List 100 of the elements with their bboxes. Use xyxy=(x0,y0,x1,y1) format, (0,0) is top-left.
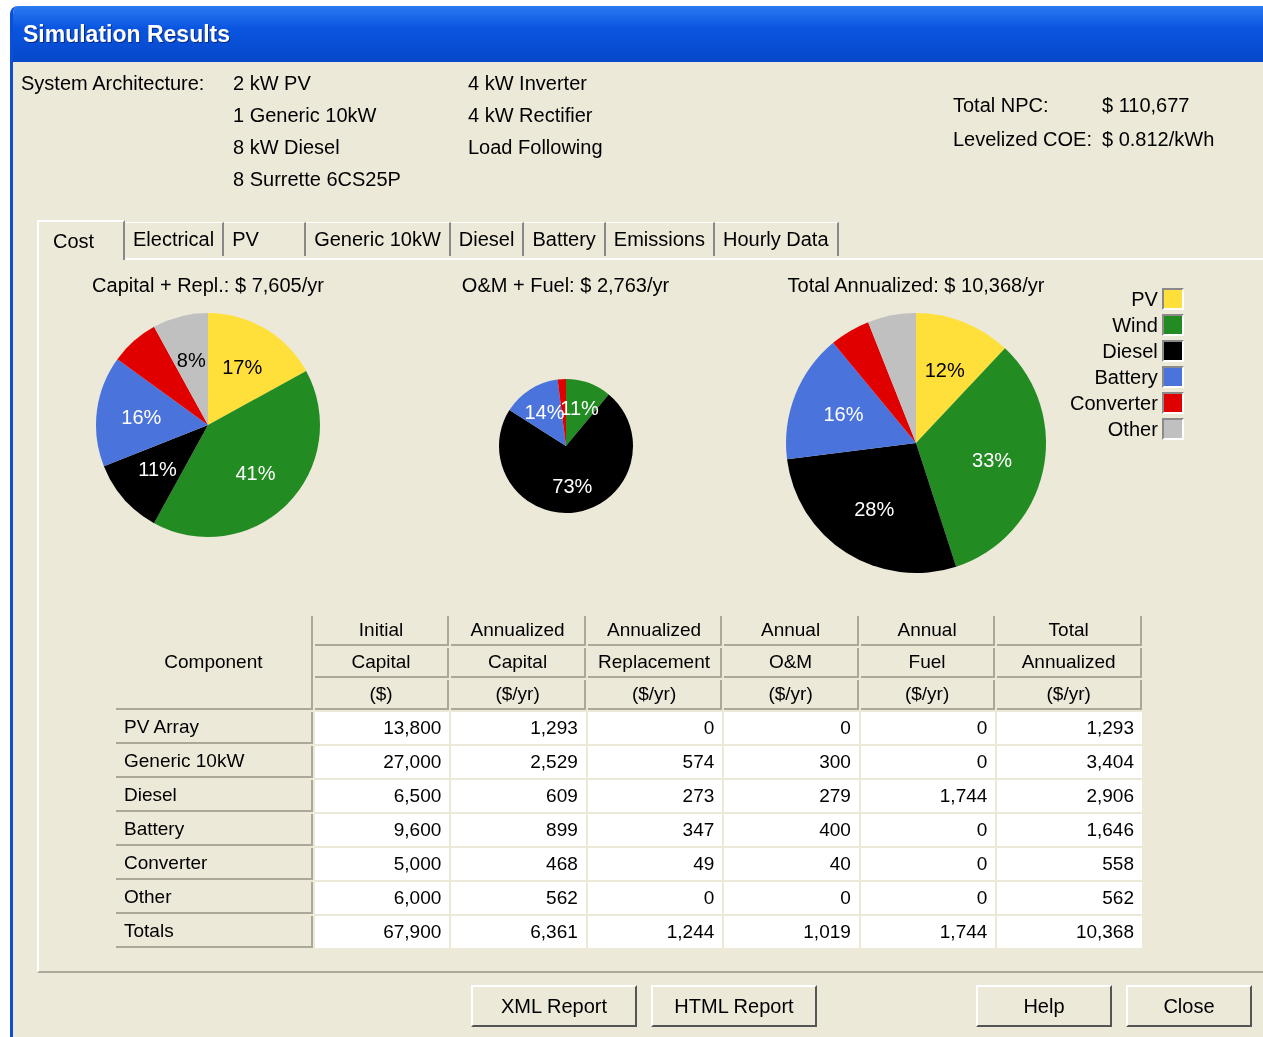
row-header: Converter xyxy=(116,848,313,880)
row-header: Other xyxy=(116,882,313,914)
column-header: O&M xyxy=(724,648,859,678)
table-cell: 5,000 xyxy=(314,848,450,880)
slice-label: 73% xyxy=(551,474,592,497)
column-header: Fuel xyxy=(860,648,996,678)
row-header: Generic 10kW xyxy=(116,746,313,778)
table-cell: 1,019 xyxy=(724,916,859,948)
tab[interactable]: Generic 10kW xyxy=(306,222,451,256)
column-header: Replacement xyxy=(587,648,723,678)
column-header: Annualized xyxy=(451,616,586,646)
architecture-item: 8 Surrette 6CS25P xyxy=(233,167,402,192)
column-header: Annualized xyxy=(587,616,723,646)
table-cell: 1,744 xyxy=(860,780,996,812)
table-cell: 562 xyxy=(997,882,1142,914)
summary-value: $ 110,677 xyxy=(1101,93,1191,118)
table-cell: 0 xyxy=(587,712,723,744)
column-header: ($/yr) xyxy=(451,680,586,710)
row-header: PV Array xyxy=(116,712,313,744)
table-cell: 468 xyxy=(451,848,586,880)
table-cell: 10,368 xyxy=(997,916,1142,948)
dialog-button[interactable]: Help xyxy=(976,985,1112,1027)
table-cell: 609 xyxy=(451,780,586,812)
legend-label: Converter xyxy=(1070,391,1158,416)
column-header: Annual xyxy=(860,616,996,646)
tab[interactable]: Diesel xyxy=(450,222,525,256)
architecture-item: 8 kW Diesel xyxy=(233,135,341,160)
column-header: ($/yr) xyxy=(724,680,859,710)
column-header: Annual xyxy=(724,616,859,646)
summary-label: Total NPC: xyxy=(953,93,1050,118)
table-cell: 0 xyxy=(587,882,723,914)
table-cell: 574 xyxy=(587,746,723,778)
table-cell: 0 xyxy=(860,746,996,778)
table-cell: 2,906 xyxy=(997,780,1142,812)
table-cell: 0 xyxy=(860,848,996,880)
table-cell: 347 xyxy=(587,814,723,846)
table-cell: 6,500 xyxy=(314,780,450,812)
architecture-item: Load Following xyxy=(468,135,604,160)
table-cell: 40 xyxy=(724,848,859,880)
slice-label: 12% xyxy=(924,359,965,382)
window-title: Simulation Results xyxy=(23,20,231,48)
table-cell: 400 xyxy=(724,814,859,846)
table-cell: 6,000 xyxy=(314,882,450,914)
tab[interactable]: Battery xyxy=(524,222,606,256)
architecture-item: 1 Generic 10kW xyxy=(233,103,378,128)
column-header: ($/yr) xyxy=(587,680,723,710)
summary-value: $ 0.812/kWh xyxy=(1101,127,1215,152)
dialog-button[interactable]: HTML Report xyxy=(651,985,817,1027)
table-cell: 0 xyxy=(724,882,859,914)
column-header: ($/yr) xyxy=(997,680,1142,710)
tab[interactable]: Electrical xyxy=(125,222,225,256)
slice-label: 8% xyxy=(176,348,206,371)
slice-label: 28% xyxy=(854,497,895,520)
column-header: ($) xyxy=(314,680,450,710)
table-cell: 562 xyxy=(451,882,586,914)
table-cell: 1,744 xyxy=(860,916,996,948)
table-cell: 9,600 xyxy=(314,814,450,846)
dialog-button[interactable]: XML Report xyxy=(471,985,637,1027)
tab[interactable]: Emissions xyxy=(605,222,715,256)
table-cell: 0 xyxy=(860,882,996,914)
table-cell: 3,404 xyxy=(997,746,1142,778)
table-cell: 0 xyxy=(724,712,859,744)
legend-label: Diesel xyxy=(1102,339,1158,364)
legend-label: Other xyxy=(1107,417,1158,442)
tab[interactable]: PV xyxy=(224,222,307,256)
table-cell: 6,361 xyxy=(451,916,586,948)
legend-label: Wind xyxy=(1112,313,1158,338)
table-cell: 279 xyxy=(724,780,859,812)
table-cell: 13,800 xyxy=(314,712,450,744)
table-cell: 1,646 xyxy=(997,814,1142,846)
architecture-item: 4 kW Rectifier xyxy=(468,103,594,128)
table-cell: 558 xyxy=(997,848,1142,880)
tab[interactable]: Hourly Data xyxy=(714,222,839,256)
dialog-button[interactable]: Close xyxy=(1126,985,1252,1027)
slice-label: 33% xyxy=(972,449,1013,471)
table-cell: 2,529 xyxy=(451,746,586,778)
slice-label: 17% xyxy=(222,356,263,379)
architecture-item: 2 kW PV xyxy=(233,71,312,96)
legend-label: Battery xyxy=(1094,365,1158,390)
table-cell: 1,244 xyxy=(587,916,723,948)
slice-label: 16% xyxy=(121,405,162,428)
slice-label: 16% xyxy=(823,403,864,426)
tab[interactable]: Cost xyxy=(37,220,125,260)
chart-title: Capital + Repl.: $ 7,605/yr xyxy=(92,274,324,297)
table-cell: 0 xyxy=(860,814,996,846)
table-cell: 49 xyxy=(587,848,723,880)
column-header: Component xyxy=(116,616,313,710)
chart-title: Total Annualized: $ 10,368/yr xyxy=(787,274,1045,297)
column-header: Total xyxy=(997,616,1142,646)
slice-label: 11% xyxy=(138,458,177,481)
column-header: Initial xyxy=(314,616,450,646)
table-cell: 0 xyxy=(860,712,996,744)
table-cell: 1,293 xyxy=(997,712,1142,744)
chart-title: O&M + Fuel: $ 2,763/yr xyxy=(461,274,670,297)
column-header: Annualized xyxy=(997,648,1142,678)
row-header: Totals xyxy=(116,916,313,948)
architecture-item: 4 kW Inverter xyxy=(468,71,588,96)
field-label: System Architecture: xyxy=(21,71,206,96)
legend-label: PV xyxy=(1131,287,1158,312)
table-cell: 1,293 xyxy=(451,712,586,744)
